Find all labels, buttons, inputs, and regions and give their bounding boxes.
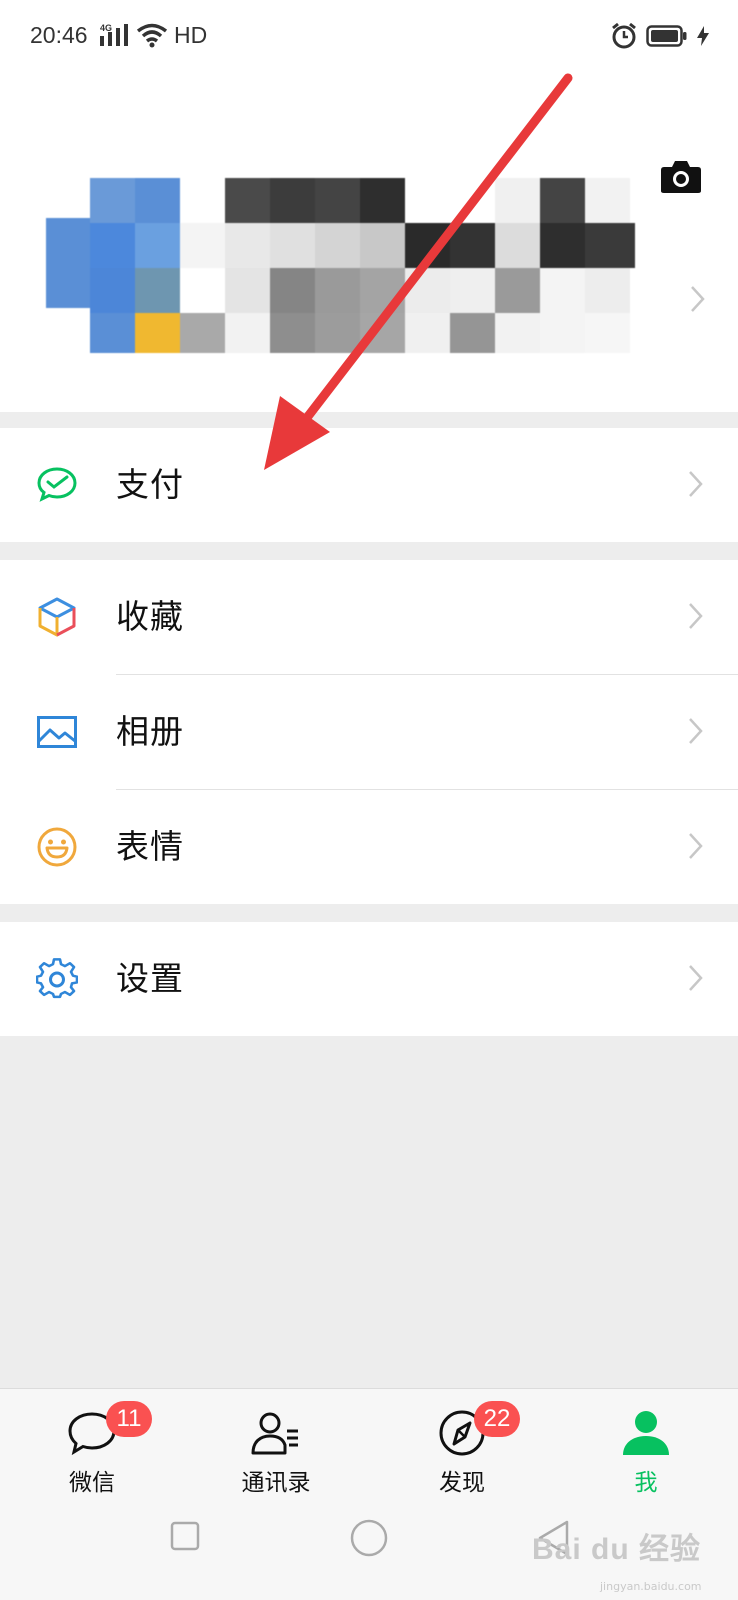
smiley-icon [37,827,77,867]
chevron-right-icon [689,965,703,991]
bottom-tab-bar: 11 微信 通讯录 22 发现 我 [0,1388,738,1600]
menu-label-settings: 设置 [116,959,184,998]
section-pay: 支付 [0,428,738,542]
tab-label-contacts: 通讯录 [241,1470,311,1496]
menu-item-pay[interactable]: 支付 [0,428,738,542]
person-icon [623,1411,669,1455]
tab-chats[interactable]: 11 微信 [22,1389,162,1499]
section-collections: 收藏 相册 表情 [0,560,738,904]
tab-contacts[interactable]: 通讯录 [206,1389,346,1499]
alarm-icon [612,22,636,49]
menu-item-settings[interactable]: 设置 [0,922,738,1036]
menu-item-album[interactable]: 相册 [0,675,738,789]
tab-discover[interactable]: 22 发现 [392,1389,532,1499]
unread-badge: 22 [474,1401,520,1437]
chevron-right-icon [691,286,705,312]
menu-item-favorites[interactable]: 收藏 [0,560,738,674]
wifi-icon [136,23,168,48]
wechat-pay-icon [37,467,77,502]
chevron-right-icon [689,603,703,629]
watermark-brand: Bai du 经验 [532,1533,702,1566]
camera-icon[interactable] [660,158,702,194]
section-settings: 设置 [0,922,738,1036]
battery-icon [646,25,687,47]
blurred-avatar-and-name [46,178,635,353]
chevron-right-icon [689,833,703,859]
menu-label-pay: 支付 [116,465,184,504]
unread-badge: 11 [106,1401,152,1437]
status-time: 20:46 [30,22,88,48]
recent-apps-button[interactable] [170,1521,200,1551]
hd-indicator: HD [174,22,208,48]
cube-icon [38,597,76,637]
signal-icon: 4G [100,22,132,48]
chevron-right-icon [689,471,703,497]
profile-header[interactable] [0,70,738,412]
home-button[interactable] [350,1519,388,1557]
tab-label-discover: 发现 [439,1470,485,1496]
gear-icon [36,958,78,999]
menu-label-stickers: 表情 [116,827,184,866]
tab-label-chats: 微信 [69,1470,115,1496]
tab-label-me: 我 [634,1470,658,1496]
charging-icon [697,26,709,46]
image-icon [37,716,77,748]
network-type: 4G [100,23,112,33]
chevron-right-icon [689,718,703,744]
tab-me[interactable]: 我 [576,1389,716,1499]
menu-label-album: 相册 [116,712,184,751]
menu-item-stickers[interactable]: 表情 [0,790,738,904]
contacts-icon [251,1412,298,1455]
watermark-url: jingyan.baidu.com [600,1580,702,1593]
status-bar: 20:46 4G HD [0,0,738,70]
menu-label-favorites: 收藏 [116,597,184,636]
